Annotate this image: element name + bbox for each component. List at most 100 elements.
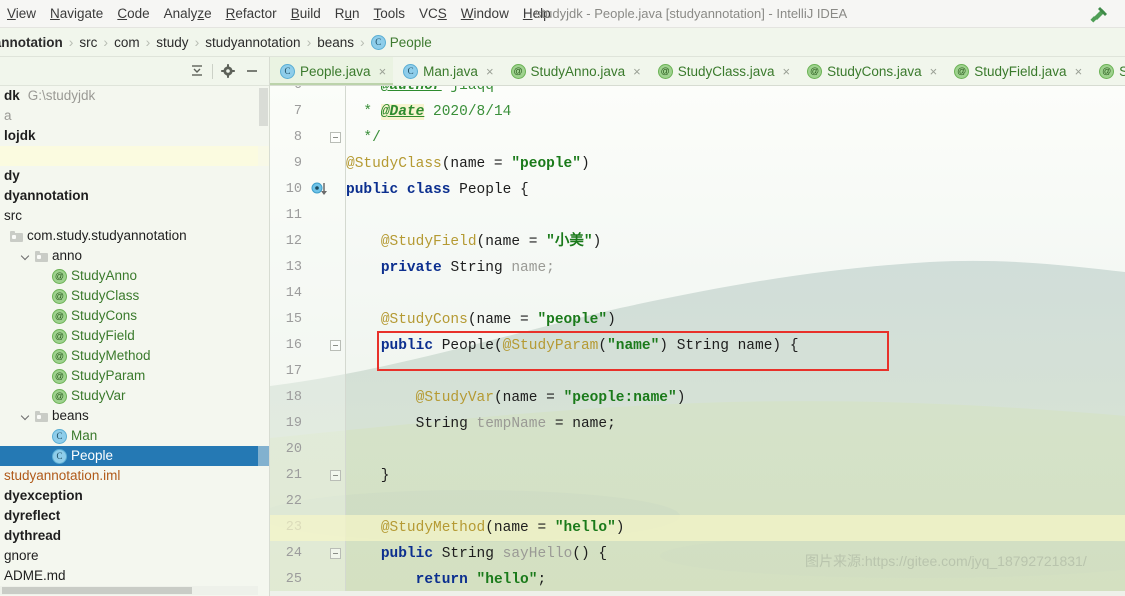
line-number-19: 19 [285, 416, 302, 431]
hammer-icon[interactable] [1087, 4, 1109, 26]
editor-tab-studycons-java[interactable]: @ StudyCons.java × [797, 57, 944, 85]
tree-item-studyfield[interactable]: @ StudyField [0, 326, 270, 346]
gear-icon[interactable] [216, 60, 240, 82]
menu-item-analyze[interactable]: Analyze [157, 0, 219, 28]
close-icon[interactable]: × [783, 64, 791, 79]
code-line-10[interactable]: public class People { [346, 177, 529, 203]
close-icon[interactable]: × [930, 64, 938, 79]
editor-tab-people-java[interactable]: C People.java × [270, 57, 394, 85]
implemented-marker-icon[interactable] [311, 181, 333, 199]
editor-tab-studyclass-java[interactable]: @ StudyClass.java × [648, 57, 797, 85]
code-line-13[interactable]: private String name; [346, 255, 555, 281]
breadcrumb-separator: › [306, 34, 312, 50]
project-tree-vscrollbar-thumb[interactable] [259, 88, 268, 126]
code-fold-toggle[interactable] [330, 470, 341, 481]
breadcrumb-label: People [389, 34, 432, 50]
menu-item-vcs[interactable]: VCS [412, 0, 454, 28]
tree-item-beans[interactable]: beans [0, 406, 270, 426]
code-fold-toggle[interactable] [330, 548, 341, 559]
tree-item-man[interactable]: C Man [0, 426, 270, 446]
code-fold-toggle[interactable] [330, 132, 341, 143]
annotation-highlight-box [377, 331, 889, 371]
code-line-15[interactable]: @StudyCons(name = "people") [346, 307, 616, 333]
code-line-7[interactable]: * @Date 2020/8/14 [346, 99, 511, 125]
tree-item-studyclass[interactable]: @ StudyClass [0, 286, 270, 306]
close-icon[interactable]: × [486, 64, 494, 79]
tree-item-adme-md[interactable]: ADME.md [0, 566, 270, 586]
tree-item-com-study-studyannotation[interactable]: com.study.studyannotation [0, 226, 270, 246]
tree-item-dyannotation[interactable]: dyannotation [0, 186, 270, 206]
tree-item-gnore[interactable]: gnore [0, 546, 270, 566]
class-icon: C [280, 63, 295, 79]
breadcrumb-separator: › [68, 34, 74, 50]
breadcrumb-item-src[interactable]: src [79, 35, 97, 50]
tree-item-label: StudyMethod [71, 348, 151, 363]
code-line-25[interactable]: return "hello"; [346, 567, 547, 593]
menu-item-build[interactable]: Build [284, 0, 328, 28]
editor-tab-studyanno-java[interactable]: @ StudyAnno.java × [501, 57, 648, 85]
code-fold-toggle[interactable] [330, 340, 341, 351]
tree-item-dy[interactable]: dy [0, 166, 270, 186]
code-token: @StudyField [380, 234, 477, 250]
editor-tab-studymetho[interactable]: @ StudyMetho [1089, 57, 1125, 85]
breadcrumb-item-studyannotation[interactable]: studyannotation [205, 35, 300, 50]
tree-item-people[interactable]: C People [0, 446, 270, 466]
tree-item-a[interactable]: a [0, 106, 270, 126]
menu-item-refactor[interactable]: Refactor [219, 0, 284, 28]
code-token: (name = [441, 156, 512, 172]
editor-tab-studyfield-java[interactable]: @ StudyField.java × [944, 57, 1089, 85]
code-line-24[interactable]: public String sayHello() { [346, 541, 607, 567]
tree-item-studyparam[interactable]: @ StudyParam [0, 366, 270, 386]
breadcrumb-label: src [79, 34, 98, 50]
code-line-9[interactable]: @StudyClass(name = "people") [346, 151, 590, 177]
tree-item-dythread[interactable]: dythread [0, 526, 270, 546]
chevron-down-icon[interactable] [22, 412, 31, 421]
menu-item-window[interactable]: Window [454, 0, 516, 28]
collapse-all-icon[interactable] [185, 60, 209, 82]
tree-item-dyreflect[interactable]: dyreflect [0, 506, 270, 526]
tree-item-studyannotation-iml[interactable]: studyannotation.iml [0, 466, 270, 486]
tree-item-src[interactable]: src [0, 206, 270, 226]
tree-item-studymethod[interactable]: @ StudyMethod [0, 346, 270, 366]
breadcrumb-item-study[interactable]: study [156, 35, 188, 50]
menu-item-run[interactable]: Run [328, 0, 367, 28]
tree-item-dk[interactable]: dk G:\studyjdk [0, 86, 270, 106]
menu-item-tools[interactable]: Tools [367, 0, 413, 28]
code-line-8[interactable]: */ [346, 125, 381, 151]
breadcrumb-item-com[interactable]: com [114, 35, 140, 50]
project-tree[interactable]: dk G:\studyjdk a lojdk dy dyannotation src com.… [0, 86, 270, 596]
project-tree-hscrollbar-thumb[interactable] [2, 587, 192, 594]
tree-item-anno[interactable]: anno [0, 246, 270, 266]
code-token: */ [346, 130, 381, 146]
code-line-23[interactable]: @StudyMethod(name = "hello") [346, 515, 625, 541]
breadcrumb-item-dyannotation[interactable]: dyannotation [0, 35, 63, 50]
minimize-icon[interactable] [240, 60, 264, 82]
breadcrumb-item-people[interactable]: C People [370, 34, 432, 50]
code-line-18[interactable]: @StudyVar(name = "people:name") [346, 385, 686, 411]
close-icon[interactable]: × [379, 64, 387, 79]
close-icon[interactable]: × [633, 64, 641, 79]
tree-item-studyanno[interactable]: @ StudyAnno [0, 266, 270, 286]
line-number-17: 17 [285, 364, 302, 379]
editor-tab-man-java[interactable]: C Man.java × [393, 57, 500, 85]
tree-item-lojdk[interactable]: lojdk [0, 126, 270, 146]
tree-item[interactable] [0, 146, 270, 166]
code-token: ) [580, 156, 590, 172]
breadcrumb-item-beans[interactable]: beans [317, 35, 354, 50]
tree-item-studycons[interactable]: @ StudyCons [0, 306, 270, 326]
annotation-icon: @ [954, 63, 970, 79]
chevron-down-icon[interactable] [22, 252, 31, 261]
code-token: String [450, 260, 512, 276]
tree-item-studyvar[interactable]: @ StudyVar [0, 386, 270, 406]
code-line-21[interactable]: } [346, 463, 390, 489]
menu-item-view[interactable]: View [0, 0, 43, 28]
line-number-20: 20 [285, 442, 302, 457]
close-icon[interactable]: × [1075, 64, 1083, 79]
code-line-19[interactable]: String tempName = name; [346, 411, 616, 437]
tree-item-dyexception[interactable]: dyexception [0, 486, 270, 506]
menu-item-navigate[interactable]: Navigate [43, 0, 110, 28]
menu-item-code[interactable]: Code [110, 0, 156, 28]
project-tree-vscrollbar[interactable] [258, 86, 269, 596]
code-line-6[interactable]: * @author jiaqq [346, 86, 494, 99]
code-line-12[interactable]: @StudyField(name = "小美") [346, 229, 601, 255]
